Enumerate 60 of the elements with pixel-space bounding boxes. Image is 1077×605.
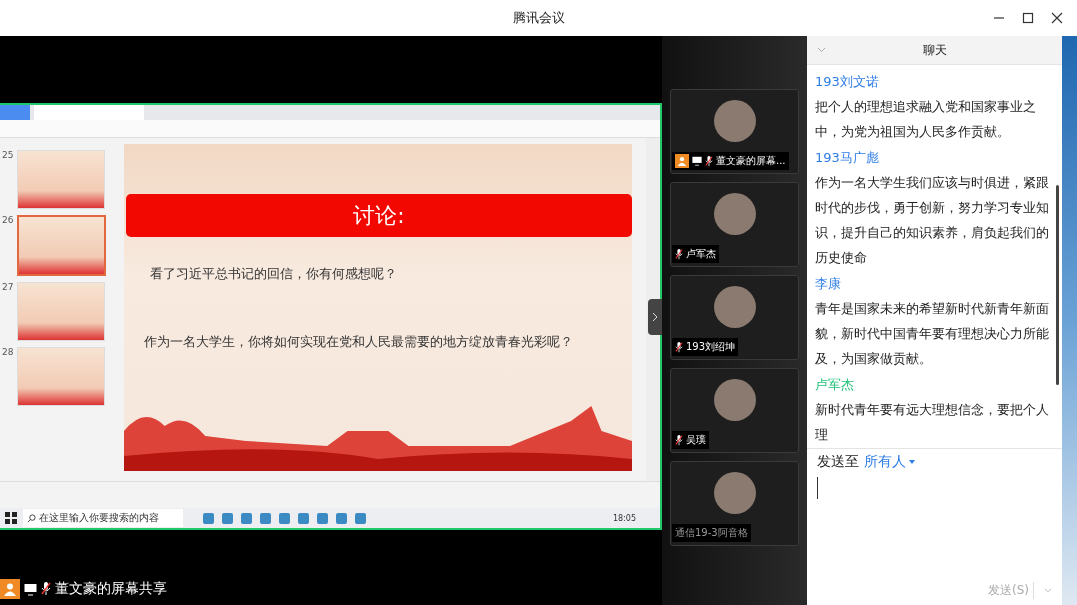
sender-name: 卢军杰 <box>815 376 855 394</box>
chat-message: 青年是国家未来的希望新时代新青年新面貌，新时代中国青年要有理想决心力所能及，为国家做贡献。 <box>815 300 1050 368</box>
taskbar-app-icon[interactable] <box>336 512 347 524</box>
chat-message: 作为一名大学生我们应该与时俱进，紧跟时代的步伐，勇于创新，努力学习专业知识，提升自己的知识素养，肩负起我们的历史使命 <box>815 174 1050 267</box>
slide-text: 看了习近平总书记的回信，你有何感想呢？ <box>150 265 398 283</box>
participant-name: 董文豪的屏幕... <box>716 154 786 168</box>
taskbar-app-icon[interactable] <box>298 512 309 524</box>
video-tile[interactable]: 吴璞 <box>670 368 799 453</box>
person-icon <box>0 579 20 599</box>
sender-name: 193刘文诺 <box>815 73 880 91</box>
taskbar-app-icon[interactable] <box>317 512 328 524</box>
slide-number: 28 <box>2 347 15 359</box>
screen-share-icon <box>24 582 37 596</box>
video-tile[interactable]: 董文豪的屏幕... <box>670 89 799 174</box>
avatar <box>713 286 756 328</box>
participant-name: 吴璞 <box>686 433 706 447</box>
slide-number: 25 <box>2 150 15 162</box>
send-to-label: 发送至 <box>817 453 859 471</box>
taskbar-app-icon[interactable] <box>241 512 252 524</box>
sender-name: 李康 <box>815 275 842 293</box>
maximize-icon[interactable] <box>1022 12 1034 24</box>
taskbar-app-icon[interactable] <box>260 512 271 524</box>
mic-muted-icon <box>41 582 51 596</box>
expand-handle[interactable] <box>648 299 662 335</box>
slide-number: 26 <box>2 215 15 227</box>
chevron-down-icon[interactable] <box>1044 588 1052 593</box>
taskbar-app-icon[interactable] <box>279 512 290 524</box>
avatar <box>713 472 756 514</box>
window-title: 腾讯会议 <box>512 9 565 27</box>
search-icon <box>27 513 36 523</box>
participant-name: 卢军杰 <box>686 247 716 261</box>
slide-title: 讨论: <box>353 201 405 230</box>
slide-number: 27 <box>2 282 15 294</box>
slide-text: 作为一名大学生，你将如何实现在党和人民最需要的地方绽放青春光彩呢？ <box>144 333 574 351</box>
slide-thumbnail[interactable] <box>16 215 106 276</box>
sender-name: 193马广彪 <box>815 149 880 167</box>
avatar <box>713 100 756 142</box>
taskbar-app-icon[interactable] <box>203 512 214 524</box>
chevron-right-icon <box>652 312 658 322</box>
video-tile[interactable]: 卢军杰 <box>670 182 799 267</box>
screen-share-label: 董文豪的屏幕共享 <box>55 580 167 598</box>
avatar <box>713 193 756 235</box>
video-tile[interactable]: 193刘绍坤 <box>670 275 799 360</box>
chat-title: 聊天 <box>922 41 947 59</box>
taskbar-search-field[interactable]: 在这里输入你要搜索的内容 <box>23 509 183 527</box>
avatar <box>713 379 756 421</box>
screen-share-icon <box>692 156 702 166</box>
participant-name: 通信19-3阿音格 <box>675 526 748 540</box>
recipient-dropdown[interactable]: 所有人 <box>864 453 915 471</box>
participant-name: 193刘绍坤 <box>686 340 736 354</box>
close-icon[interactable] <box>1051 12 1063 24</box>
chat-message: 新时代青年要有远大理想信念，要把个人理 <box>815 401 1050 444</box>
dropdown-icon <box>909 460 915 464</box>
taskbar-app-icon[interactable] <box>355 512 366 524</box>
clock: 18:05 <box>612 513 636 523</box>
taskbar-app-icon[interactable] <box>222 512 233 524</box>
video-tile[interactable]: 通信19-3阿音格 <box>670 461 799 546</box>
windows-start-icon[interactable] <box>5 512 17 524</box>
chevron-down-icon[interactable] <box>817 47 826 53</box>
chat-message: 把个人的理想追求融入党和国家事业之中，为党为祖国为人民多作贡献。 <box>815 98 1037 141</box>
